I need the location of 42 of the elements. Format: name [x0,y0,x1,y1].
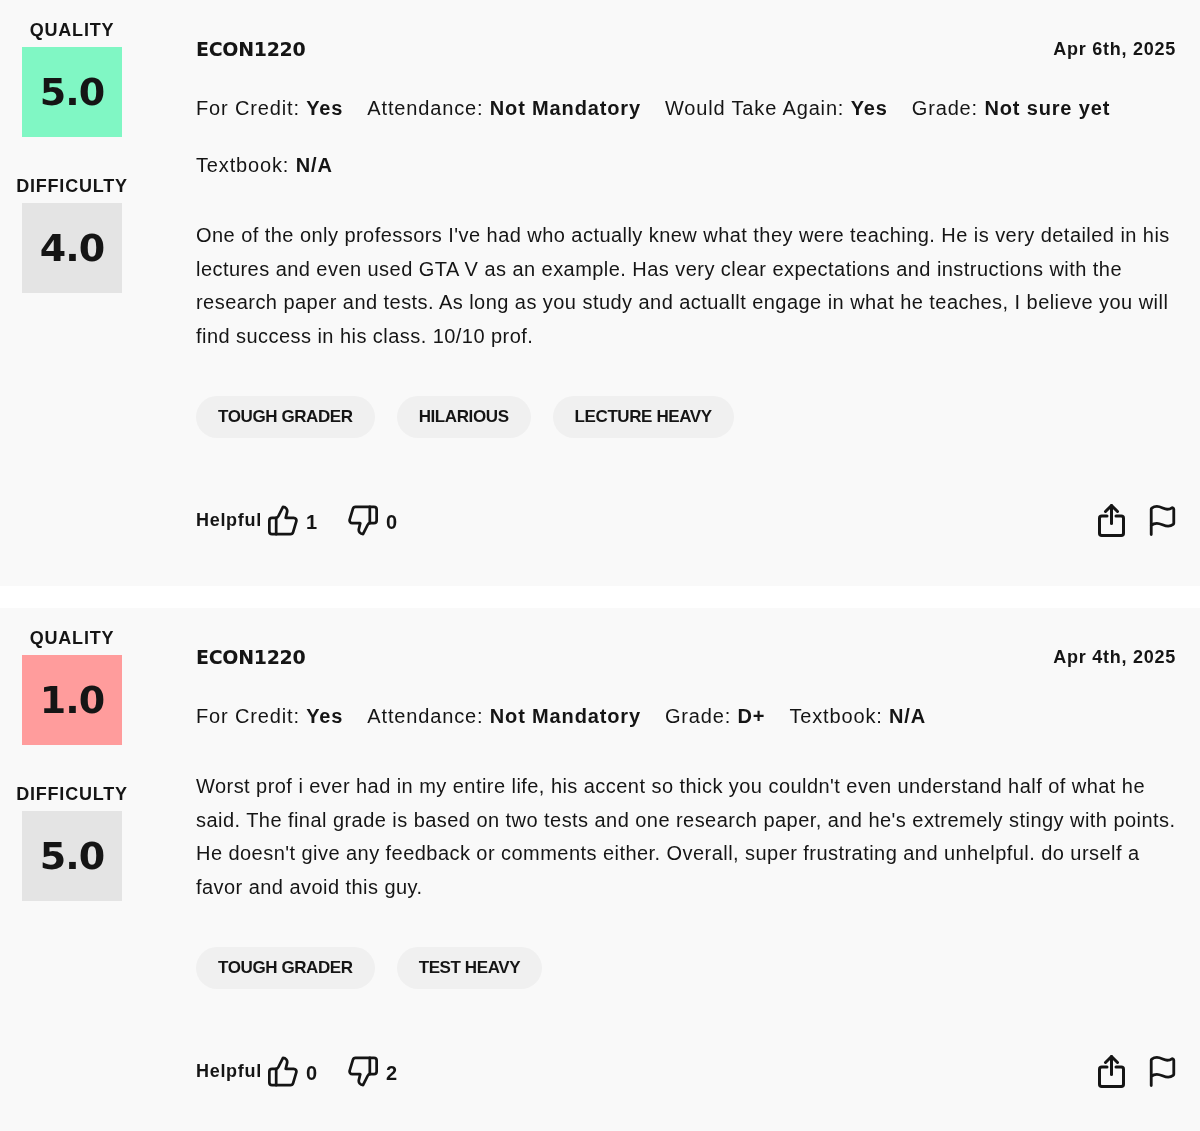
flag-icon[interactable] [1149,1055,1176,1087]
quality-score: 5.0 [22,47,122,137]
review-detail: Textbook: N/A [789,704,927,728]
review-detail: Attendance: Not Mandatory [367,96,641,120]
review-tag: HILARIOUS [396,396,531,438]
review-date: Apr 4th, 2025 [1053,646,1176,668]
rating-label: QUALITY [29,19,115,41]
thumbs-down-icon[interactable] [348,1055,379,1087]
review-detail: Would Take Again: Yes [664,96,888,120]
review-detail: Attendance: Not Mandatory [367,704,641,728]
review-tag: TEST HEAVY [396,947,543,989]
rating-label: DIFFICULTY [16,175,128,197]
difficulty-score: 5.0 [22,811,122,901]
review-comment: One of the only professors I've had who actually knew what they were teaching. He is very detailed in his lectures and even used GTA V as an example. Has very clear expectations and instructions with the research paper and tests. As long as you study and actuallt engage in what he teaches, I believe you will find success in his class. 10/10 prof. [196,223,1171,349]
difficulty-score: 4.0 [22,203,122,293]
thumbs-up-icon[interactable] [267,504,298,536]
quality-score: 1.0 [22,655,122,745]
vote-count: 2 [386,1060,398,1085]
helpful-label: Helpful [196,1060,262,1082]
rating-label: QUALITY [29,627,115,649]
review-tag: TOUGH GRADER [196,947,375,989]
vote-count: 0 [305,1060,318,1085]
share-icon[interactable] [1098,1054,1125,1088]
review-tag: LECTURE HEAVY [552,396,734,438]
flag-icon[interactable] [1149,504,1176,536]
thumbs-down-icon[interactable] [348,504,379,536]
vote-count: 1 [305,509,318,534]
rating-label: DIFFICULTY [16,783,128,805]
review-tag: TOUGH GRADER [196,396,375,438]
review-comment: Worst prof i ever had in my entire life, his accent so thick you couldn't even understand half of what he said. The final grade is based on two tests and one research paper, and he's extremely stingy with points. He doesn't give any feedback or comments either. Overall, super frustrating and unhelpful. do urself a favor and avoid this guy. [196,774,1176,900]
review-detail: Textbook: N/A [196,153,333,177]
course-code: ECON1220 [196,38,306,60]
review-detail: For Credit: Yes [196,96,344,120]
review-date: Apr 6th, 2025 [1053,38,1176,60]
helpful-label: Helpful [196,509,262,531]
thumbs-up-icon[interactable] [267,1055,298,1087]
share-icon[interactable] [1098,503,1125,537]
review-detail: Grade: D+ [664,704,766,728]
review-detail: For Credit: Yes [196,704,344,728]
course-code: ECON1220 [196,646,306,668]
review-detail: Grade: Not sure yet [911,96,1111,120]
vote-count: 0 [386,509,398,534]
